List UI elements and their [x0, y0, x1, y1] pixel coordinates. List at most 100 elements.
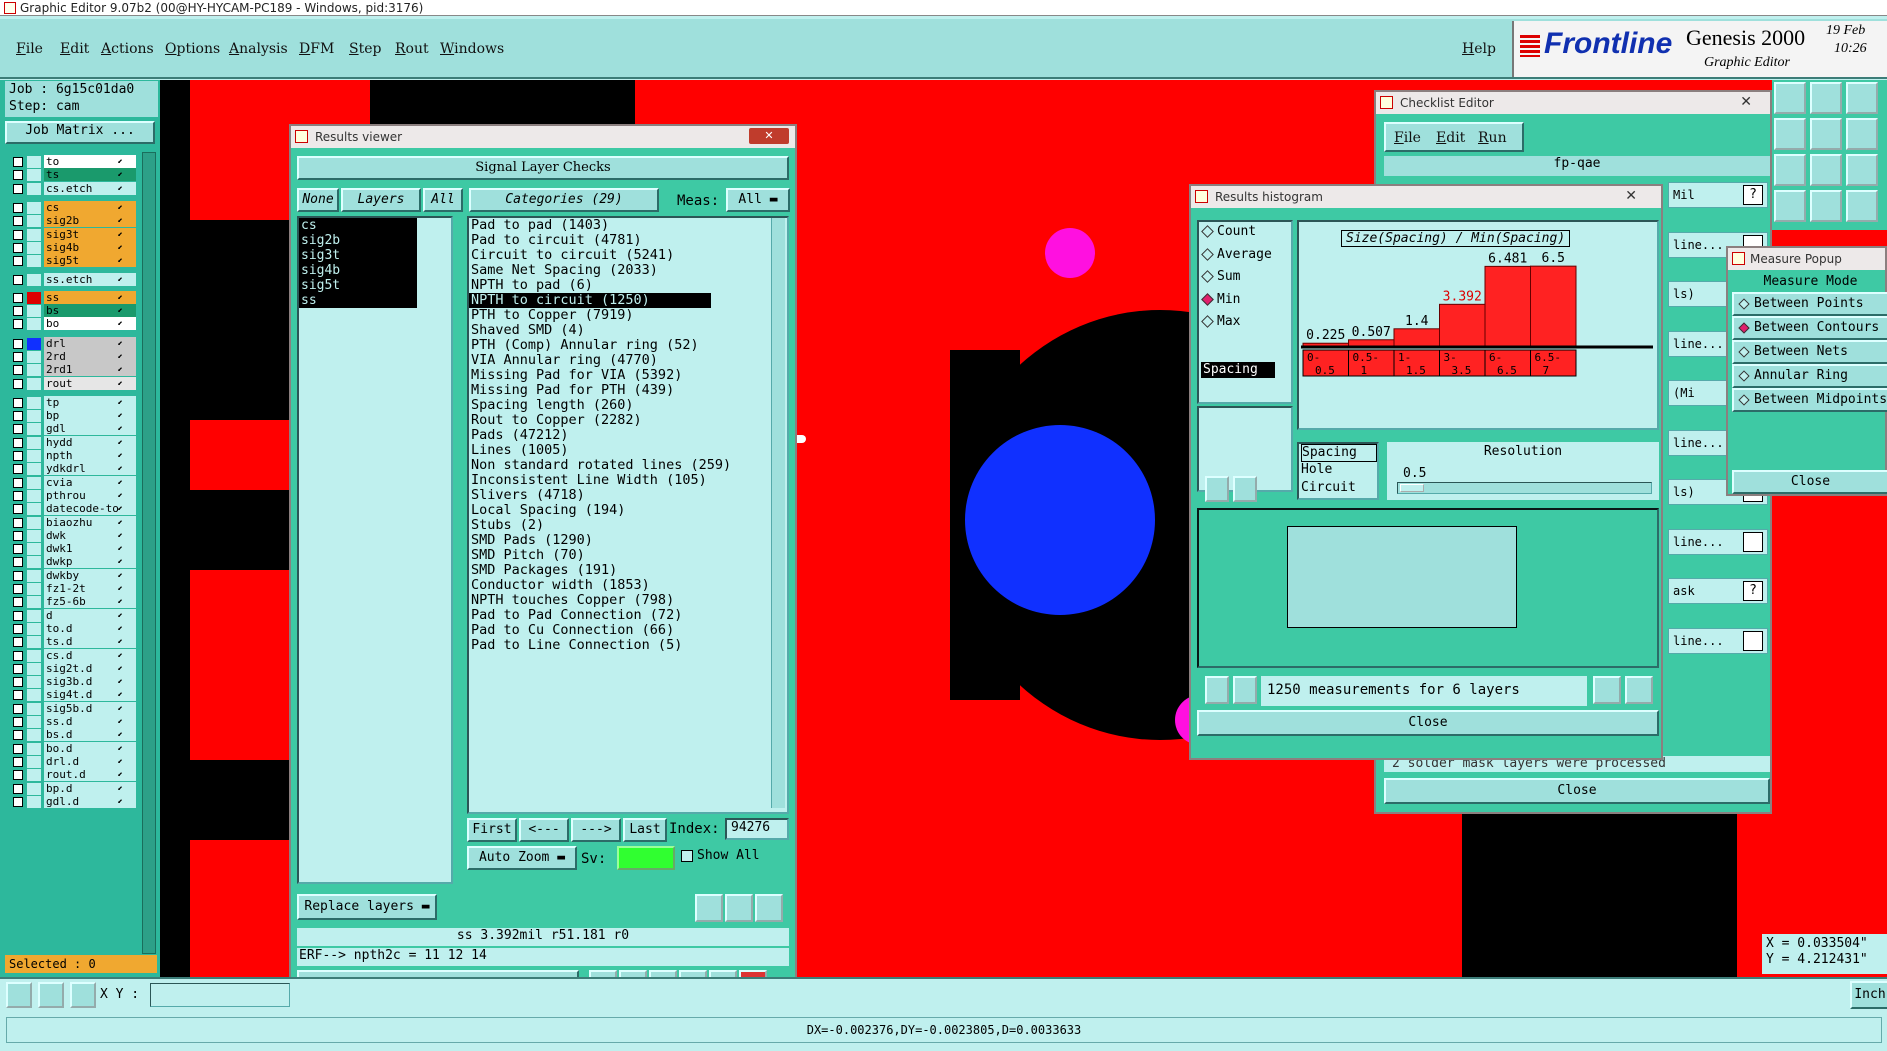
grid-icon[interactable] [70, 982, 96, 1008]
layer-checkbox[interactable] [13, 306, 23, 316]
toolbar-tool-icon[interactable] [1810, 190, 1842, 222]
histogram-bar[interactable] [1484, 265, 1531, 347]
layer-row[interactable]: datecode-to ⬋ [10, 502, 136, 516]
tab-categories[interactable]: Categories (29) [469, 188, 659, 212]
category-item[interactable]: Non standard rotated lines (259) [469, 458, 769, 473]
layer-row[interactable]: sig4b ⬋ [10, 240, 136, 255]
menu-actions[interactable]: Actions [101, 41, 154, 57]
stat-option-max[interactable]: Max [1201, 314, 1291, 337]
layer-row[interactable]: sig5t ⬋ [10, 254, 136, 268]
toolbar-tool-icon[interactable] [1774, 82, 1806, 114]
layer-row[interactable]: sig2b ⬋ [10, 214, 136, 228]
type-item[interactable]: Hole [1301, 462, 1377, 480]
checklist-menu-file[interactable]: File [1394, 130, 1421, 146]
xy-input[interactable] [150, 983, 290, 1007]
layer-row[interactable]: cs.etch ⬋ [10, 181, 136, 196]
layer-checkbox[interactable] [13, 770, 23, 781]
layer-row[interactable]: gdl ⬋ [10, 422, 136, 436]
stat-option-min[interactable]: Min [1201, 292, 1291, 315]
layer-results-list[interactable] [297, 216, 453, 884]
toolbar-tool-icon[interactable] [1810, 154, 1842, 186]
toolbar-tool-icon[interactable] [1774, 118, 1806, 150]
layer-checkbox[interactable] [13, 504, 23, 515]
checklist-row[interactable]: ask? [1668, 578, 1768, 604]
layer-checkbox[interactable] [13, 275, 23, 286]
layer-row[interactable]: bo.d ⬋ [10, 741, 136, 756]
layer-row[interactable]: fz5-6b ⬋ [10, 595, 136, 609]
layer-row[interactable]: rout.d ⬋ [10, 768, 136, 782]
measure-option[interactable]: Between Contours [1732, 316, 1887, 340]
layer-row[interactable]: bs.d ⬋ [10, 728, 136, 742]
toolbar-tool-icon[interactable] [1846, 118, 1878, 150]
layer-checkbox[interactable] [13, 557, 23, 568]
layer-checkbox[interactable] [13, 756, 23, 767]
index-input[interactable]: 94276 [725, 818, 789, 840]
layer-checkbox[interactable] [13, 338, 23, 349]
snap-icon[interactable] [6, 982, 32, 1008]
menu-options[interactable]: Options [165, 41, 220, 57]
menu-step[interactable]: Step [349, 41, 381, 57]
measure-option[interactable]: Between Nets [1732, 340, 1887, 364]
layer-checkbox[interactable] [13, 157, 23, 167]
result-layer-item[interactable]: cs [299, 218, 417, 233]
info-icon[interactable]: ? [1743, 185, 1763, 205]
histogram-bar[interactable] [1439, 303, 1486, 347]
category-item[interactable]: Stubs (2) [469, 518, 769, 533]
close-icon[interactable]: ✕ [1625, 188, 1637, 204]
layer-row[interactable]: bp ⬋ [10, 409, 136, 423]
resolution-slider[interactable] [1397, 482, 1652, 494]
category-item[interactable]: PTH to Copper (7919) [469, 308, 769, 323]
layer-checkbox[interactable] [13, 490, 23, 501]
info-icon[interactable] [1743, 630, 1763, 651]
layer-row[interactable]: sig2t.d ⬋ [10, 661, 136, 676]
next-button[interactable]: ---> [571, 818, 621, 842]
layer-checkbox[interactable] [13, 530, 23, 541]
delete-icon[interactable] [1205, 676, 1229, 704]
result-layer-item[interactable]: ss [299, 293, 417, 308]
menu-analysis[interactable]: Analysis [229, 41, 288, 57]
layer-checkbox[interactable] [13, 743, 23, 754]
job-matrix-button[interactable]: Job Matrix ... [5, 121, 155, 144]
layer-checkbox[interactable] [13, 544, 23, 555]
close-icon[interactable]: ✕ [749, 128, 789, 144]
layer-checkbox[interactable] [13, 411, 23, 422]
all-button[interactable]: All [423, 188, 463, 212]
layer-row[interactable]: ss ⬋ [10, 290, 136, 305]
zoom-out-icon[interactable] [1625, 676, 1653, 704]
category-item[interactable]: Circuit to circuit (5241) [469, 248, 769, 263]
layer-checkbox[interactable] [13, 570, 23, 581]
menu-file[interactable]: File [16, 41, 43, 57]
result-layer-item[interactable]: sig5t [299, 278, 417, 293]
category-item[interactable]: Same Net Spacing (2033) [469, 263, 769, 278]
menu-windows[interactable]: Windows [440, 41, 504, 57]
layer-checkbox[interactable] [13, 597, 23, 608]
ref-icon[interactable] [725, 894, 753, 922]
category-item[interactable]: Missing Pad for PTH (439) [469, 383, 769, 398]
category-item[interactable]: Local Spacing (194) [469, 503, 769, 518]
category-item[interactable]: SMD Pads (1290) [469, 533, 769, 548]
stat-option-sum[interactable]: Sum [1201, 269, 1291, 292]
layer-checkbox[interactable] [13, 216, 23, 227]
checklist-close-button[interactable]: Close [1384, 778, 1770, 804]
layer-checkbox[interactable] [13, 292, 23, 303]
category-item[interactable]: NPTH to circuit (1250) [469, 293, 711, 308]
show-all-checkbox[interactable] [681, 850, 693, 862]
layer-row[interactable]: sig3t ⬋ [10, 227, 136, 242]
measure-close-button[interactable]: Close [1732, 470, 1887, 494]
menu-rout[interactable]: Rout [395, 41, 429, 57]
layer-row[interactable]: ts.d ⬋ [10, 635, 136, 649]
first-button[interactable]: First [467, 818, 517, 842]
layer-row[interactable]: d ⬋ [10, 608, 136, 623]
layer-checkbox[interactable] [13, 202, 23, 213]
layer-row[interactable]: sig3b.d ⬋ [10, 675, 136, 689]
layer-checkbox[interactable] [13, 424, 23, 435]
replace-layers-select[interactable]: Replace layers ▬ [297, 894, 437, 920]
zoom-icon[interactable] [1593, 676, 1621, 704]
layer-checkbox[interactable] [13, 517, 23, 528]
layer-checkbox[interactable] [13, 637, 23, 648]
layer-checkbox[interactable] [13, 677, 23, 688]
category-item[interactable]: SMD Packages (191) [469, 563, 769, 578]
category-item[interactable]: SMD Pitch (70) [469, 548, 769, 563]
layer-row[interactable]: cs.d ⬋ [10, 648, 136, 663]
category-item[interactable]: Inconsistent Line Width (105) [469, 473, 769, 488]
